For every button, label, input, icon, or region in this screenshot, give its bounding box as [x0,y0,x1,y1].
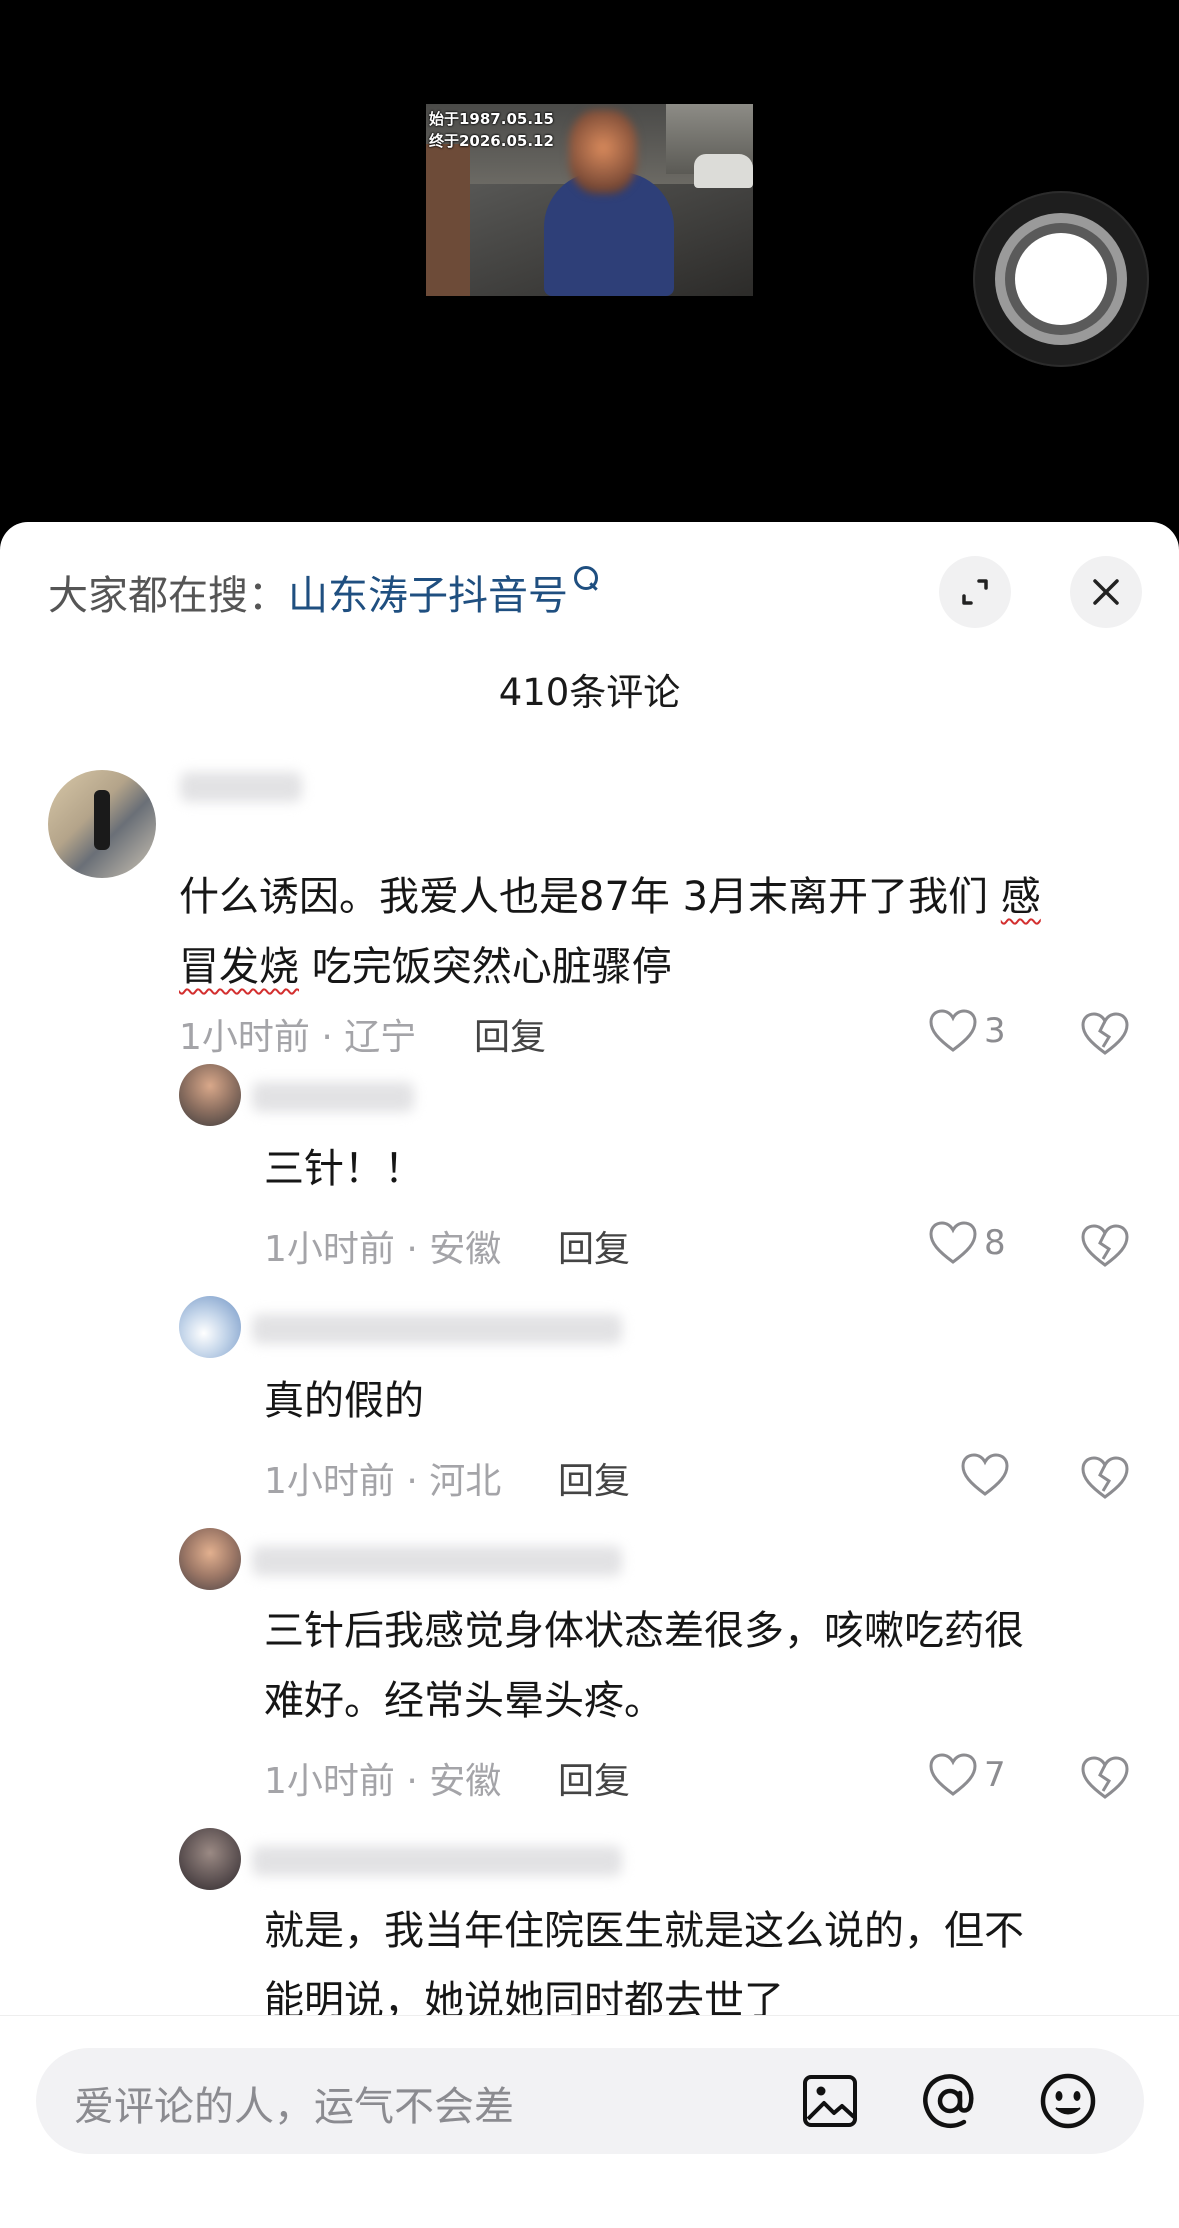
heart-icon [929,1009,977,1052]
close-icon [1093,579,1119,605]
video-thumbnail[interactable]: 始于1987.05.15 终于2026.05.12 [426,104,753,296]
comment-sheet: 大家都在搜： 山东涛子抖音号 410条评论 什么诱因。我爱人也是87年 3月末离… [0,522,1179,2228]
reply-button[interactable]: 回复 [558,1452,630,1504]
search-icon [574,566,598,590]
avatar[interactable] [179,1828,241,1890]
expand-button[interactable] [939,556,1011,628]
username-blurred[interactable] [252,1846,622,1876]
thumb-head-blurred [569,110,637,194]
avatar[interactable] [179,1064,241,1126]
expand-icon [962,579,988,605]
like-count: 7 [984,1755,1006,1795]
heart-icon [929,1753,977,1796]
comment-text-line2: 冒发烧 吃完饭突然心脏骤停 [179,944,672,990]
avatar[interactable] [179,1296,241,1358]
reply-button[interactable]: 回复 [474,1008,546,1060]
broken-heart-icon[interactable] [1080,1223,1130,1269]
comment-text: 三针！！ [264,1146,424,1192]
username-blurred[interactable] [252,1546,622,1576]
comment-meta: 1小时前 · 安徽 [264,1761,502,1802]
comment-text: 什么诱因。我爱人也是87年 3月末离开了我们 感 [179,874,1041,920]
like-count: 3 [984,1011,1006,1051]
avatar[interactable] [48,770,156,878]
username-blurred[interactable] [252,1082,414,1112]
comment-count: 410条评论 [498,671,681,714]
comment-meta: 1小时前 · 辽宁 [179,1017,417,1058]
assistive-ring [995,213,1127,345]
heart-icon [929,1221,977,1264]
trending-search-term[interactable]: 山东涛子抖音号 [288,563,568,621]
comment-input-bar: 爱评论的人，运气不会差 [0,2015,1179,2228]
reply-button[interactable]: 回复 [558,1752,630,1804]
thumb-figure-left [426,144,470,296]
thumb-car [694,154,753,188]
comment-text: 三针后我感觉身体状态差很多，咳嗽吃药很 [264,1608,1024,1654]
like-button[interactable]: 7 [928,1752,1006,1798]
video-player[interactable]: 始于1987.05.15 终于2026.05.12 [0,0,1179,540]
broken-heart-icon[interactable] [1080,1455,1130,1501]
comment-input[interactable]: 爱评论的人，运气不会差 [36,2048,1144,2154]
at-icon[interactable] [920,2071,980,2131]
heart-icon [961,1453,1009,1496]
video-caption: 始于1987.05.15 终于2026.05.12 [429,108,554,152]
emoji-icon[interactable] [1038,2071,1098,2131]
avatar[interactable] [179,1528,241,1590]
broken-heart-icon[interactable] [1080,1011,1130,1057]
assistive-core [1015,233,1107,325]
spellcheck-word: 感 [1000,874,1041,920]
image-icon[interactable] [800,2071,860,2131]
like-count: 8 [984,1223,1006,1263]
comment-input-placeholder: 爱评论的人，运气不会差 [74,2084,514,2130]
broken-heart-icon[interactable] [1080,1755,1130,1801]
trending-search[interactable]: 大家都在搜： 山东涛子抖音号 [48,562,598,622]
comment-text: 就是，我当年住院医生就是这么说的，但不 [264,1908,1024,1954]
comment-meta: 1小时前 · 安徽 [264,1229,502,1270]
caption-end: 终于2026.05.12 [429,132,554,150]
caption-start: 始于1987.05.15 [429,110,554,128]
like-button[interactable]: 3 [928,1008,1006,1054]
username-blurred[interactable] [180,772,302,802]
trending-search-prefix: 大家都在搜： [48,573,288,619]
assistive-touch-button[interactable] [973,191,1149,367]
comment-meta: 1小时前 · 河北 [264,1461,502,1502]
comment-text-line2: 难好。经常头晕头疼。 [264,1678,664,1724]
spellcheck-word: 冒发烧 [179,944,299,990]
like-button[interactable]: 8 [928,1220,1006,1266]
reply-button[interactable]: 回复 [558,1220,630,1272]
close-button[interactable] [1070,556,1142,628]
like-button[interactable] [960,1452,1016,1498]
comment-text: 真的假的 [264,1378,424,1424]
username-blurred[interactable] [252,1314,622,1344]
